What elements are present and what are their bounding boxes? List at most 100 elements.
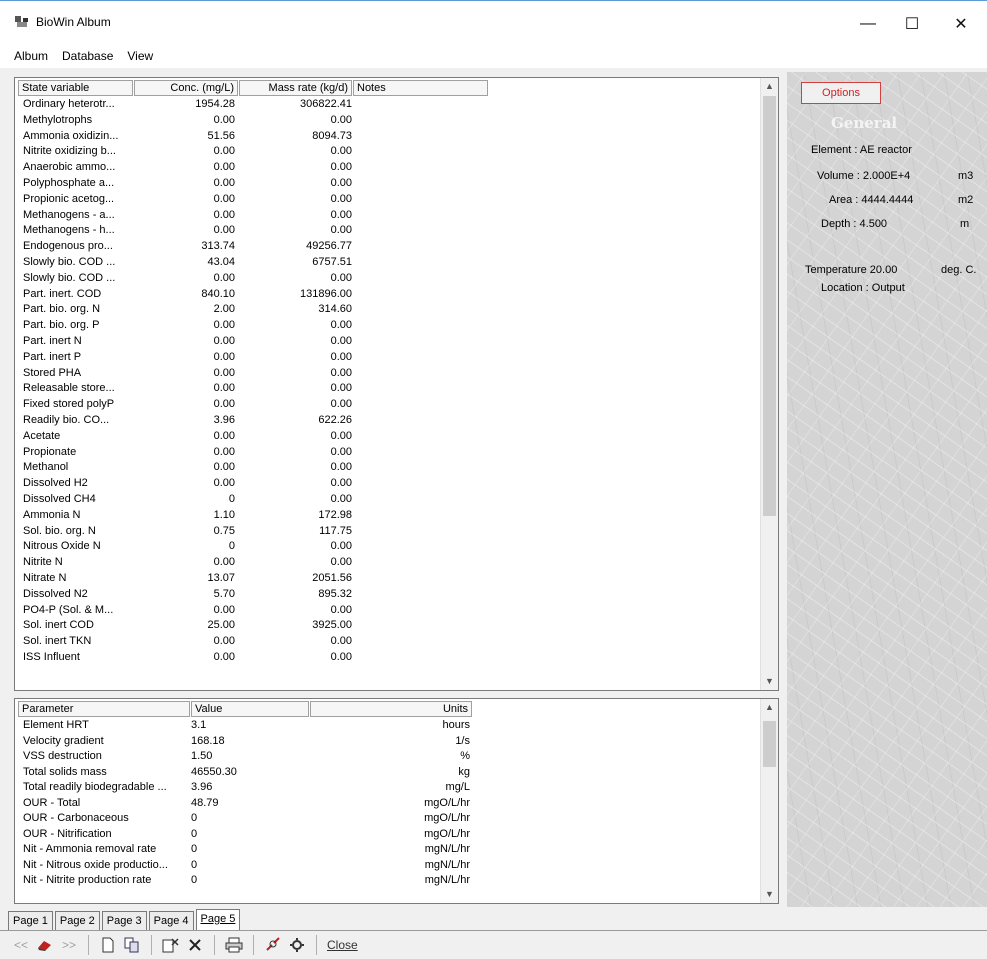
disconnect-icon[interactable] bbox=[264, 935, 282, 955]
close-window-button[interactable]: ✕ bbox=[939, 9, 983, 39]
menu-album[interactable]: Album bbox=[14, 49, 48, 63]
table-row[interactable]: Part. bio. org. N 2.00 314.60 bbox=[15, 303, 760, 316]
table-row[interactable]: Dissolved H2 0.00 0.00 bbox=[15, 477, 760, 490]
table-row[interactable]: Slowly bio. COD ... 0.00 0.00 bbox=[15, 272, 760, 285]
copy-page-icon[interactable] bbox=[123, 935, 141, 955]
conc-cell: 0.00 bbox=[213, 445, 235, 458]
toolbar-separator bbox=[214, 935, 215, 955]
table-row[interactable]: OUR - Carbonaceous 0 mgO/L/hr bbox=[15, 812, 760, 825]
tab-page-5[interactable]: Page 5 bbox=[195, 909, 241, 930]
units-cell: mgO/L/hr bbox=[424, 812, 470, 824]
scroll-thumb[interactable] bbox=[763, 96, 776, 516]
tab-page-3[interactable]: Page 3 bbox=[101, 911, 147, 930]
value-cell: 0 bbox=[191, 874, 198, 886]
table-row[interactable]: Releasable store... 0.00 0.00 bbox=[15, 382, 760, 395]
printer-icon[interactable] bbox=[225, 935, 243, 955]
table-row[interactable]: Endogenous pro... 313.74 49256.77 bbox=[15, 240, 760, 253]
table-row[interactable]: Nit - Nitrite production rate 0 mgN/L/hr bbox=[15, 874, 760, 887]
scroll-up-arrow-icon[interactable]: ▲ bbox=[761, 78, 778, 95]
table-row[interactable]: Acetate 0.00 0.00 bbox=[15, 430, 760, 443]
settings-gear-icon[interactable] bbox=[288, 935, 306, 955]
table-row[interactable]: Nit - Ammonia removal rate 0 mgN/L/hr bbox=[15, 843, 760, 856]
table-row[interactable]: Total readily biodegradable ... 3.96 mg/L bbox=[15, 781, 760, 794]
conc-cell: 0.00 bbox=[213, 161, 235, 174]
table-row[interactable]: Sol. inert TKN 0.00 0.00 bbox=[15, 635, 760, 648]
page-settings-icon[interactable] bbox=[162, 935, 180, 955]
table-row[interactable]: Slowly bio. COD ... 43.04 6757.51 bbox=[15, 256, 760, 269]
table-row[interactable]: Polyphosphate a... 0.00 0.00 bbox=[15, 177, 760, 190]
conc-cell: 0.00 bbox=[213, 145, 235, 158]
table-row[interactable]: ISS Influent 0.00 0.00 bbox=[15, 651, 760, 664]
table-row[interactable]: Total solids mass 46550.30 kg bbox=[15, 766, 760, 779]
table-row[interactable]: OUR - Nitrification 0 mgO/L/hr bbox=[15, 828, 760, 841]
header-value[interactable]: Value bbox=[191, 701, 309, 717]
table-row[interactable]: Dissolved N2 5.70 895.32 bbox=[15, 588, 760, 601]
header-mass-rate[interactable]: Mass rate (kg/d) bbox=[239, 80, 352, 96]
window-title: BioWin Album bbox=[36, 15, 111, 29]
table-row[interactable]: Part. inert P 0.00 0.00 bbox=[15, 351, 760, 364]
header-units[interactable]: Units bbox=[310, 701, 472, 717]
table-row[interactable]: Element HRT 3.1 hours bbox=[15, 719, 760, 732]
scroll-down-arrow-icon[interactable]: ▼ bbox=[761, 673, 778, 690]
conc-cell: 0.00 bbox=[213, 366, 235, 379]
table-row[interactable]: Part. inert N 0.00 0.00 bbox=[15, 335, 760, 348]
scroll-down-arrow-icon[interactable]: ▼ bbox=[761, 886, 778, 903]
table-row[interactable]: Methanol 0.00 0.00 bbox=[15, 461, 760, 474]
eraser-icon[interactable] bbox=[36, 935, 54, 955]
next-page-button[interactable]: >> bbox=[60, 935, 78, 955]
menu-view[interactable]: View bbox=[127, 49, 153, 63]
scroll-thumb[interactable] bbox=[763, 721, 776, 767]
tab-page-1[interactable]: Page 1 bbox=[8, 911, 53, 930]
header-notes[interactable]: Notes bbox=[353, 80, 488, 96]
table-row[interactable]: Nitrate N 13.07 2051.56 bbox=[15, 572, 760, 585]
bottom-toolbar: << >> Close bbox=[0, 931, 987, 959]
delete-page-icon[interactable] bbox=[186, 935, 204, 955]
table-row[interactable]: Nit - Nitrous oxide productio... 0 mgN/L/h… bbox=[15, 859, 760, 872]
param-table-scrollbar[interactable]: ▲ ▼ bbox=[760, 699, 778, 903]
parameter-cell: Velocity gradient bbox=[23, 734, 104, 747]
table-row[interactable]: Sol. inert COD 25.00 3925.00 bbox=[15, 619, 760, 632]
menu-database[interactable]: Database bbox=[62, 49, 113, 63]
mass-rate-cell: 3925.00 bbox=[312, 619, 352, 632]
table-row[interactable]: Anaerobic ammo... 0.00 0.00 bbox=[15, 161, 760, 174]
table-row[interactable]: Stored PHA 0.00 0.00 bbox=[15, 367, 760, 380]
table-row[interactable]: VSS destruction 1.50% bbox=[15, 750, 760, 763]
minimize-button[interactable]: — bbox=[846, 9, 890, 39]
table-row[interactable]: OUR - Total 48.79 mgO/L/hr bbox=[15, 797, 760, 810]
header-conc[interactable]: Conc. (mg/L) bbox=[134, 80, 238, 96]
table-row[interactable]: Propionic acetog... 0.00 0.00 bbox=[15, 193, 760, 206]
table-row[interactable]: Nitrite N 0.00 0.00 bbox=[15, 556, 760, 569]
header-parameter[interactable]: Parameter bbox=[18, 701, 190, 717]
table-row[interactable]: Velocity gradient 168.18 1/s bbox=[15, 735, 760, 748]
table-row[interactable]: Part. bio. org. P 0.00 0.00 bbox=[15, 319, 760, 332]
table-row[interactable]: Sol. bio. org. N 0.75 117.75 bbox=[15, 525, 760, 538]
table-row[interactable]: Readily bio. CO... 3.96 622.26 bbox=[15, 414, 760, 427]
table-row[interactable]: Fixed stored polyP 0.00 0.00 bbox=[15, 398, 760, 411]
table-row[interactable]: Nitrous Oxide N 0 0.00 bbox=[15, 540, 760, 553]
tab-page-4[interactable]: Page 4 bbox=[148, 911, 194, 930]
table-row[interactable]: Propionate 0.00 0.00 bbox=[15, 446, 760, 459]
conc-cell: 25.00 bbox=[207, 619, 235, 632]
table-row[interactable]: Dissolved CH4 0 0.00 bbox=[15, 493, 760, 506]
maximize-button[interactable]: ☐ bbox=[890, 9, 934, 39]
table-row[interactable]: Nitrite oxidizing b... 0.00 0.00 bbox=[15, 145, 760, 158]
close-album-button[interactable]: Close bbox=[327, 935, 358, 955]
scroll-up-arrow-icon[interactable]: ▲ bbox=[761, 699, 778, 716]
tab-page-2[interactable]: Page 2 bbox=[54, 911, 100, 930]
table-row[interactable]: Part. inert. COD 840.10 131896.00 bbox=[15, 288, 760, 301]
table-row[interactable]: Ammonia N 1.10 172.98 bbox=[15, 509, 760, 522]
table-row[interactable]: Methanogens - a... 0.00 0.00 bbox=[15, 209, 760, 222]
table-row[interactable]: Methanogens - h... 0.00 0.00 bbox=[15, 224, 760, 237]
table-row[interactable]: Ammonia oxidizin... 51.56 8094.73 bbox=[15, 130, 760, 143]
table-row[interactable]: PO4-P (Sol. & M... 0.00 0.00 bbox=[15, 604, 760, 617]
state-variable-cell: Polyphosphate a... bbox=[23, 177, 115, 189]
table-row[interactable]: Methylotrophs 0.00 0.00 bbox=[15, 114, 760, 127]
header-state-variable[interactable]: State variable bbox=[18, 80, 133, 96]
table-row[interactable]: Ordinary heterotr... 1954.28 306822.41 bbox=[15, 98, 760, 111]
state-table-scrollbar[interactable]: ▲ ▼ bbox=[760, 78, 778, 690]
previous-page-button[interactable]: << bbox=[12, 935, 30, 955]
conc-cell: 2.00 bbox=[213, 303, 235, 316]
new-page-icon[interactable] bbox=[99, 935, 117, 955]
options-button[interactable]: Options bbox=[801, 82, 881, 104]
toolbar-separator bbox=[151, 935, 152, 955]
